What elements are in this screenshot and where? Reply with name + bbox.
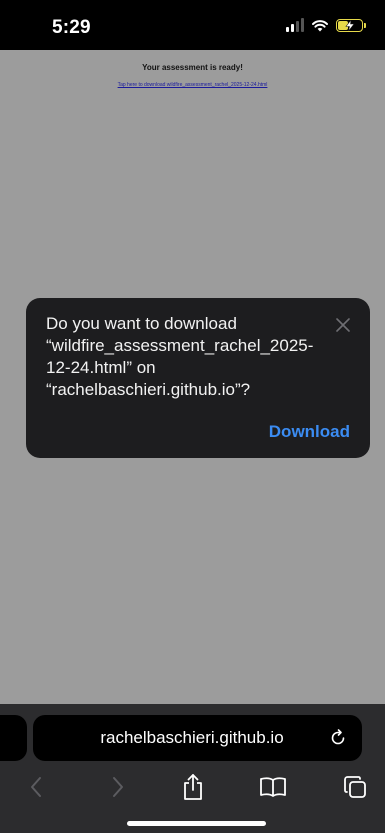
download-dialog: Do you want to download “wildfire_assess… (26, 298, 370, 458)
browser-toolbar: rachelbaschieri.github.io (0, 704, 385, 833)
download-button[interactable]: Download (269, 422, 350, 442)
status-bar: 5:29 (0, 0, 385, 50)
share-icon (184, 774, 202, 800)
share-button[interactable] (175, 769, 211, 805)
cellular-signal-icon (286, 18, 304, 32)
address-text: rachelbaschieri.github.io (100, 728, 284, 747)
battery-charging-icon (336, 18, 366, 32)
forward-icon (113, 777, 123, 797)
previous-tab-peek[interactable] (0, 715, 27, 761)
status-time: 5:29 (52, 17, 91, 38)
status-icons (286, 18, 366, 32)
dialog-message: Do you want to download “wildfire_assess… (46, 314, 314, 399)
bookmarks-button[interactable] (255, 769, 291, 805)
page-heading: Your assessment is ready! (142, 63, 243, 72)
back-icon (31, 777, 41, 797)
back-button[interactable] (18, 769, 54, 805)
tabs-button[interactable] (337, 769, 373, 805)
forward-button[interactable] (100, 769, 136, 805)
download-link[interactable]: Tap here to download wildfire_assessment… (0, 82, 385, 88)
wifi-icon (312, 20, 328, 32)
reload-icon[interactable] (328, 728, 348, 748)
address-bar[interactable]: rachelbaschieri.github.io (33, 715, 362, 761)
home-indicator[interactable] (127, 821, 266, 826)
close-icon[interactable] (336, 318, 350, 332)
bookmarks-icon (260, 777, 286, 797)
tabs-icon (344, 776, 366, 798)
nav-row (0, 769, 385, 805)
screen: 5:29 Your assessment is ready! Tap here … (0, 0, 385, 833)
